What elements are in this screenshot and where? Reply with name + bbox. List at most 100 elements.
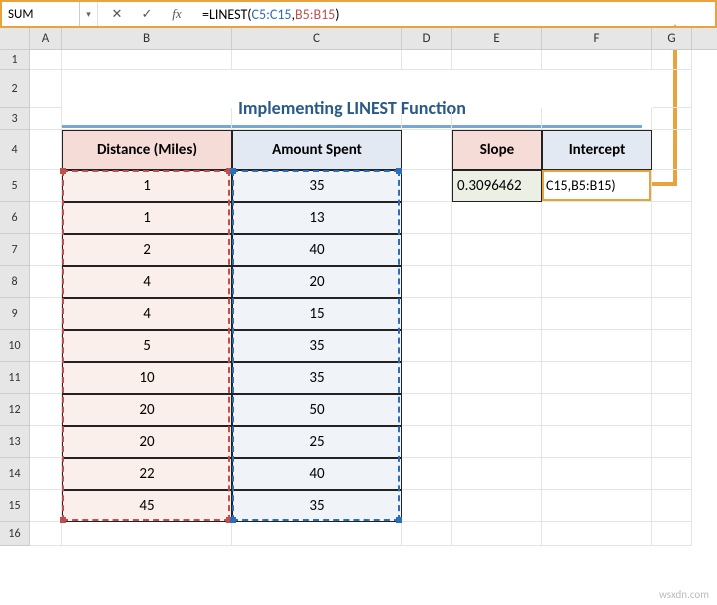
cell-D1[interactable] bbox=[402, 50, 452, 70]
cell-A6[interactable] bbox=[30, 202, 62, 234]
cell-D15[interactable] bbox=[402, 490, 452, 522]
cell-C7[interactable]: 40 bbox=[232, 234, 402, 266]
cell-E8[interactable] bbox=[452, 266, 542, 298]
col-header-C[interactable]: C bbox=[232, 28, 402, 49]
cell-D7[interactable] bbox=[402, 234, 452, 266]
cell-C6[interactable]: 13 bbox=[232, 202, 402, 234]
cell-E6[interactable] bbox=[452, 202, 542, 234]
cell-A9[interactable] bbox=[30, 298, 62, 330]
cell-G1[interactable] bbox=[652, 50, 692, 70]
header-intercept[interactable]: Intercept bbox=[542, 130, 652, 170]
row-header-15[interactable]: 15 bbox=[0, 490, 30, 522]
cell-F3[interactable] bbox=[542, 108, 652, 130]
cell-C14[interactable]: 40 bbox=[232, 458, 402, 490]
cell-A11[interactable] bbox=[30, 362, 62, 394]
cell-B5[interactable]: 1 bbox=[62, 170, 232, 202]
cell-E2[interactable] bbox=[452, 70, 542, 108]
cell-B16[interactable] bbox=[62, 522, 232, 546]
cell-A14[interactable] bbox=[30, 458, 62, 490]
header-slope[interactable]: Slope bbox=[452, 130, 542, 170]
cell-B12[interactable]: 20 bbox=[62, 394, 232, 426]
cell-D5[interactable] bbox=[402, 170, 452, 202]
cell-B8[interactable]: 4 bbox=[62, 266, 232, 298]
cell-G6[interactable] bbox=[652, 202, 692, 234]
row-header-9[interactable]: 9 bbox=[0, 298, 30, 330]
row-header-7[interactable]: 7 bbox=[0, 234, 30, 266]
cancel-icon[interactable]: ✕ bbox=[102, 2, 132, 26]
cell-C16[interactable] bbox=[232, 522, 402, 546]
cell-A12[interactable] bbox=[30, 394, 62, 426]
cell-B14[interactable]: 22 bbox=[62, 458, 232, 490]
cell-E7[interactable] bbox=[452, 234, 542, 266]
cell-A5[interactable] bbox=[30, 170, 62, 202]
cell-C13[interactable]: 25 bbox=[232, 426, 402, 458]
select-all-corner[interactable] bbox=[0, 28, 30, 49]
cell-B6[interactable]: 1 bbox=[62, 202, 232, 234]
cell-D16[interactable] bbox=[402, 522, 452, 546]
cell-C1[interactable] bbox=[232, 50, 402, 70]
cell-C8[interactable]: 20 bbox=[232, 266, 402, 298]
row-header-5[interactable]: 5 bbox=[0, 170, 30, 202]
cell-G12[interactable] bbox=[652, 394, 692, 426]
cell-B1[interactable] bbox=[62, 50, 232, 70]
cell-G15[interactable] bbox=[652, 490, 692, 522]
cell-E13[interactable] bbox=[452, 426, 542, 458]
cell-E14[interactable] bbox=[452, 458, 542, 490]
cell-F8[interactable] bbox=[542, 266, 652, 298]
cell-E15[interactable] bbox=[452, 490, 542, 522]
cell-B7[interactable]: 2 bbox=[62, 234, 232, 266]
cell-B9[interactable]: 4 bbox=[62, 298, 232, 330]
cell-D9[interactable] bbox=[402, 298, 452, 330]
cell-F5-intercept[interactable]: C15,B5:B15) bbox=[542, 170, 652, 202]
row-header-2[interactable]: 2 bbox=[0, 70, 30, 108]
cell-G9[interactable] bbox=[652, 298, 692, 330]
cell-F9[interactable] bbox=[542, 298, 652, 330]
cell-C10[interactable]: 35 bbox=[232, 330, 402, 362]
cell-B2[interactable] bbox=[62, 70, 232, 108]
cell-G5[interactable] bbox=[652, 170, 692, 202]
col-header-E[interactable]: E bbox=[452, 28, 542, 49]
cell-G7[interactable] bbox=[652, 234, 692, 266]
cell-F2[interactable] bbox=[542, 70, 652, 108]
cell-E5-slope[interactable]: 0.3096462 bbox=[452, 170, 542, 202]
cell-A8[interactable] bbox=[30, 266, 62, 298]
cell-C5[interactable]: 35 bbox=[232, 170, 402, 202]
cell-F1[interactable] bbox=[542, 50, 652, 70]
row-header-10[interactable]: 10 bbox=[0, 330, 30, 362]
cell-G13[interactable] bbox=[652, 426, 692, 458]
cell-B13[interactable]: 20 bbox=[62, 426, 232, 458]
cell-G10[interactable] bbox=[652, 330, 692, 362]
cell-C9[interactable]: 15 bbox=[232, 298, 402, 330]
name-box-dropdown-icon[interactable]: ▾ bbox=[80, 2, 98, 26]
cell-D2[interactable] bbox=[402, 70, 452, 108]
cell-B3[interactable] bbox=[62, 108, 232, 130]
name-box[interactable]: SUM bbox=[2, 2, 80, 26]
cell-G2[interactable] bbox=[652, 70, 692, 108]
cell-D12[interactable] bbox=[402, 394, 452, 426]
cell-G3[interactable] bbox=[652, 108, 692, 130]
cell-F16[interactable] bbox=[542, 522, 652, 546]
row-header-1[interactable]: 1 bbox=[0, 50, 30, 70]
cell-G16[interactable] bbox=[652, 522, 692, 546]
col-header-G[interactable]: G bbox=[652, 28, 692, 49]
cell-E16[interactable] bbox=[452, 522, 542, 546]
cell-E11[interactable] bbox=[452, 362, 542, 394]
cell-A7[interactable] bbox=[30, 234, 62, 266]
cell-D13[interactable] bbox=[402, 426, 452, 458]
cell-A2[interactable] bbox=[30, 70, 62, 108]
cell-D11[interactable] bbox=[402, 362, 452, 394]
cell-E9[interactable] bbox=[452, 298, 542, 330]
header-amount[interactable]: Amount Spent bbox=[232, 130, 402, 170]
cell-D6[interactable] bbox=[402, 202, 452, 234]
cell-G11[interactable] bbox=[652, 362, 692, 394]
row-header-13[interactable]: 13 bbox=[0, 426, 30, 458]
col-header-B[interactable]: B bbox=[62, 28, 232, 49]
cell-D8[interactable] bbox=[402, 266, 452, 298]
cell-E1[interactable] bbox=[452, 50, 542, 70]
cell-F6[interactable] bbox=[542, 202, 652, 234]
row-header-4[interactable]: 4 bbox=[0, 130, 30, 170]
cell-G8[interactable] bbox=[652, 266, 692, 298]
cell-D4[interactable] bbox=[402, 130, 452, 170]
row-header-6[interactable]: 6 bbox=[0, 202, 30, 234]
enter-icon[interactable]: ✓ bbox=[132, 2, 162, 26]
